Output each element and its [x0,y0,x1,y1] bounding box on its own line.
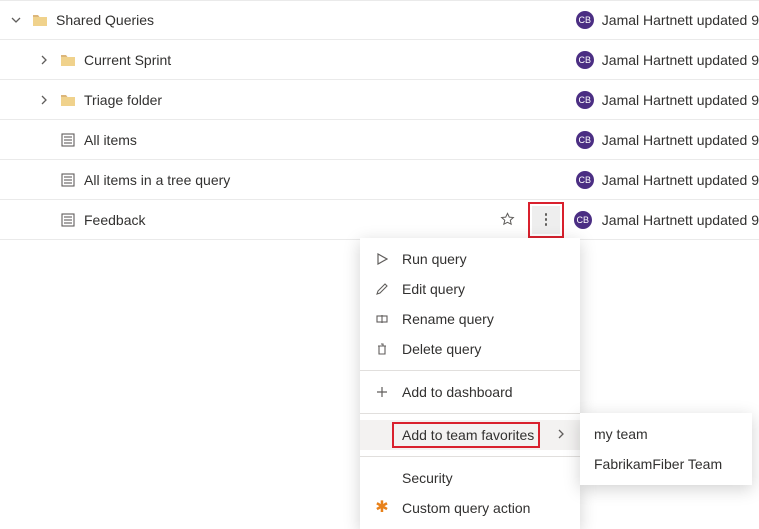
chevron-down-icon[interactable] [8,12,24,28]
tree-item-label: All items [84,132,137,148]
favorite-star-icon[interactable] [498,210,518,230]
avatar: CB [576,171,594,189]
tree-item-label: Triage folder [84,92,162,108]
chevron-right-icon [556,429,566,442]
menu-separator [360,413,580,414]
star-icon: ✱ [374,500,390,516]
menu-item-label: Add to dashboard [402,384,566,400]
tree-item-label: Feedback [84,212,145,228]
menu-item-label: Delete query [402,341,566,357]
tree-row-shared-queries[interactable]: Shared Queries CB Jamal Hartnett updated… [0,0,759,40]
avatar: CB [576,11,594,29]
menu-item-edit-query[interactable]: Edit query [360,274,580,304]
avatar: CB [576,91,594,109]
trash-icon [374,341,390,357]
kebab-icon [545,213,548,226]
menu-item-label: FabrikamFiber Team [594,456,738,472]
menu-separator [360,370,580,371]
menu-item-add-to-team-favorites[interactable]: Add to team favorites [360,420,580,450]
modified-by-text: Jamal Hartnett updated 9 [602,212,759,228]
tree-item-label: All items in a tree query [84,172,230,188]
modified-by-text: Jamal Hartnett updated 9 [602,52,759,68]
menu-item-label: Security [402,470,566,486]
modified-by-text: Jamal Hartnett updated 9 [602,172,759,188]
team-favorites-submenu: my team FabrikamFiber Team [580,413,752,485]
menu-item-label: Rename query [402,311,566,327]
chevron-right-icon[interactable] [36,52,52,68]
tree-item-label: Shared Queries [56,12,154,28]
query-icon [60,172,76,188]
blank-icon [374,470,390,486]
context-menu: Run query Edit query Rename query Delete… [360,238,580,529]
query-tree: Shared Queries CB Jamal Hartnett updated… [0,0,759,240]
menu-item-custom-query-action[interactable]: ✱ Custom query action [360,493,580,523]
query-icon [60,212,76,228]
menu-item-label: Run query [402,251,566,267]
query-icon [60,132,76,148]
rename-icon [374,311,390,327]
tree-row-all-items-tree[interactable]: All items in a tree query CB Jamal Hartn… [0,160,759,200]
more-actions-button[interactable] [532,206,560,234]
modified-by-text: Jamal Hartnett updated 9 [602,12,759,28]
tree-row-triage-folder[interactable]: Triage folder CB Jamal Hartnett updated … [0,80,759,120]
tree-row-all-items[interactable]: All items CB Jamal Hartnett updated 9 [0,120,759,160]
menu-item-security[interactable]: Security [360,463,580,493]
plus-icon [374,384,390,400]
menu-item-label: my team [594,426,738,442]
folder-icon [60,92,76,108]
folder-icon [32,12,48,28]
menu-item-add-to-dashboard[interactable]: Add to dashboard [360,377,580,407]
menu-item-label: Custom query action [402,500,566,516]
tree-row-current-sprint[interactable]: Current Sprint CB Jamal Hartnett updated… [0,40,759,80]
folder-icon [60,52,76,68]
submenu-item-fabrikamfiber-team[interactable]: FabrikamFiber Team [580,449,752,479]
menu-item-rename-query[interactable]: Rename query [360,304,580,334]
menu-item-label: Add to team favorites [402,427,544,443]
avatar: CB [576,51,594,69]
blank-icon [374,427,390,443]
submenu-item-my-team[interactable]: my team [580,419,752,449]
modified-by-text: Jamal Hartnett updated 9 [602,92,759,108]
modified-by-text: Jamal Hartnett updated 9 [602,132,759,148]
pencil-icon [374,281,390,297]
chevron-right-icon[interactable] [36,92,52,108]
tree-row-feedback[interactable]: Feedback CB Jamal Hartnett updated 9 [0,200,759,240]
menu-item-run-query[interactable]: Run query [360,244,580,274]
menu-item-label: Edit query [402,281,566,297]
menu-item-delete-query[interactable]: Delete query [360,334,580,364]
avatar: CB [574,211,592,229]
tree-item-label: Current Sprint [84,52,171,68]
annotation-highlight [528,202,564,238]
menu-separator [360,456,580,457]
play-icon [374,251,390,267]
avatar: CB [576,131,594,149]
